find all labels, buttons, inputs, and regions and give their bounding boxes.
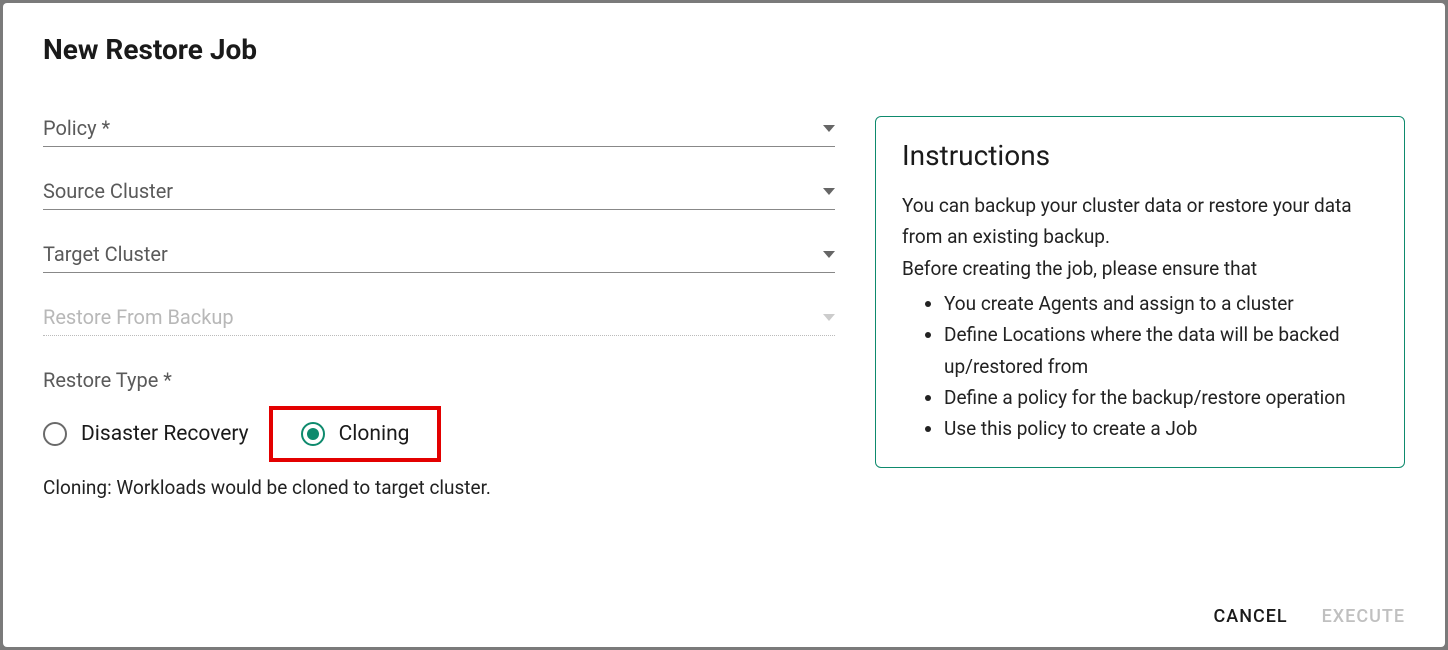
restore-from-backup-select: Restore From Backup [43,305,835,336]
target-cluster-select[interactable]: Target Cluster [43,242,835,273]
source-cluster-label: Source Cluster [43,179,173,203]
caret-down-icon [823,314,835,321]
restore-from-backup-label: Restore From Backup [43,305,234,329]
radio-disaster-recovery[interactable]: Disaster Recovery [43,422,249,446]
caret-down-icon [823,251,835,258]
restore-type-description: Cloning: Workloads would be cloned to ta… [43,476,835,499]
dialog-title: New Restore Job [43,33,1405,66]
instructions-list: You create Agents and assign to a cluste… [902,288,1378,445]
restore-type-radio-group: Disaster Recovery Cloning [43,406,835,462]
radio-label: Disaster Recovery [81,422,249,446]
radio-icon [43,422,67,446]
instructions-text-1: You can backup your cluster data or rest… [902,190,1378,253]
radio-icon [301,422,325,446]
cloning-highlight: Cloning [269,406,442,462]
instructions-panel: Instructions You can backup your cluster… [875,116,1405,468]
policy-label: Policy * [43,116,110,140]
source-cluster-select[interactable]: Source Cluster [43,179,835,210]
instructions-title: Instructions [902,139,1378,172]
caret-down-icon [823,125,835,132]
restore-type-label: Restore Type * [43,368,835,392]
radio-inner-icon [307,428,319,440]
restore-type-section: Restore Type * Disaster Recovery Cloning [43,368,835,499]
caret-down-icon [823,188,835,195]
dialog-footer: CANCEL EXECUTE [43,586,1405,627]
list-item: Define a policy for the backup/restore o… [944,382,1378,413]
instructions-text-2: Before creating the job, please ensure t… [902,253,1378,284]
list-item: You create Agents and assign to a cluste… [944,288,1378,319]
cancel-button[interactable]: CANCEL [1214,606,1288,627]
list-item: Use this policy to create a Job [944,413,1378,444]
list-item: Define Locations where the data will be … [944,319,1378,382]
execute-button: EXECUTE [1322,606,1405,627]
new-restore-job-dialog: New Restore Job Policy * Source Cluster … [3,3,1445,647]
form-column: Policy * Source Cluster Target Cluster R… [43,116,835,586]
radio-label: Cloning [339,422,410,446]
radio-cloning[interactable]: Cloning [301,422,410,446]
target-cluster-label: Target Cluster [43,242,168,266]
content-row: Policy * Source Cluster Target Cluster R… [43,116,1405,586]
policy-select[interactable]: Policy * [43,116,835,147]
